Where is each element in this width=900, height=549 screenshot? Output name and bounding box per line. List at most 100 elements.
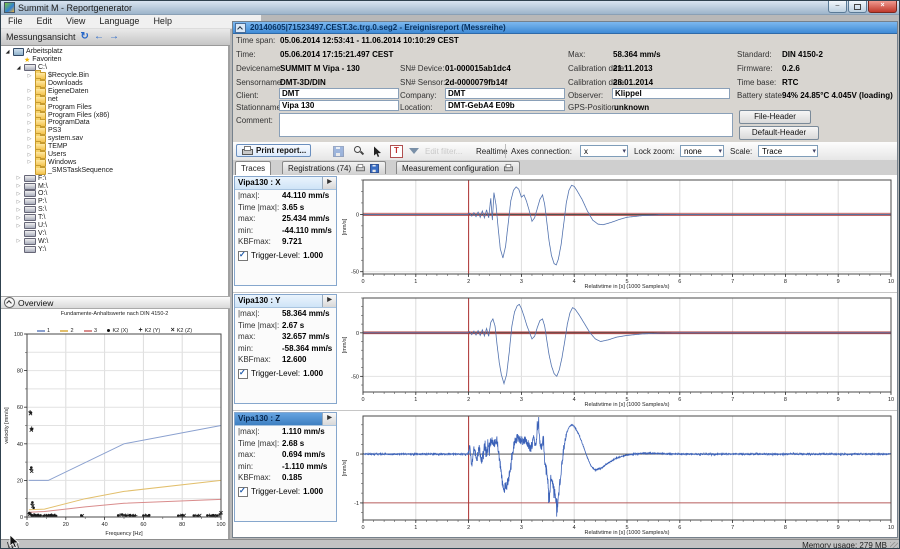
stat-row: max:0.694 mm/s xyxy=(235,449,336,461)
tree-item[interactable]: P:\ xyxy=(1,198,228,206)
report-titlebar[interactable]: 20140605|71523497.CEST.3c.trg.0.seg2 - E… xyxy=(233,22,897,34)
tree-expand-arrow[interactable] xyxy=(15,64,22,72)
refresh-icon[interactable] xyxy=(81,32,89,42)
tree-item[interactable]: V:\ xyxy=(1,229,228,237)
tree-expand-arrow[interactable] xyxy=(15,198,22,206)
trace-header-y[interactable]: Vipa130 : Y ▶ xyxy=(235,295,336,308)
tree-item[interactable]: _SMSTaskSequence xyxy=(1,166,228,174)
zoom-icon[interactable] xyxy=(353,145,364,156)
lock-zoom-select[interactable]: none xyxy=(680,145,724,157)
play-icon[interactable]: ▶ xyxy=(322,177,336,189)
observer-label: Observer: xyxy=(568,91,603,100)
tree-expand-arrow[interactable] xyxy=(26,127,33,135)
comment-field[interactable] xyxy=(279,113,733,137)
chevron-up-icon[interactable] xyxy=(4,297,15,308)
svg-text:100: 100 xyxy=(14,332,23,338)
scale-select[interactable]: Trace xyxy=(758,145,818,157)
trace-chart-x[interactable]: 0123456789100-50Relativtime in [s] (1000… xyxy=(339,176,897,290)
tree-item[interactable]: W:\ xyxy=(1,237,228,245)
tab-traces[interactable]: Traces xyxy=(235,161,271,175)
menu-item[interactable]: View xyxy=(59,15,92,28)
print-report-button[interactable]: Print report... xyxy=(236,144,311,157)
tree-expand-arrow[interactable] xyxy=(26,111,33,119)
tree-item[interactable]: S:\ xyxy=(1,206,228,214)
stat-row: max:32.657 mm/s xyxy=(235,331,336,343)
tree-expand-arrow[interactable] xyxy=(15,214,22,222)
window-titlebar[interactable]: Summit M - Reportgenerator xyxy=(1,1,899,15)
tree-expand-arrow[interactable] xyxy=(15,174,22,182)
tree-item[interactable]: F:\ xyxy=(1,174,228,182)
tree-expand-arrow[interactable] xyxy=(15,222,22,230)
tree-expand-arrow[interactable] xyxy=(26,143,33,151)
chevron-up-icon[interactable] xyxy=(235,23,246,33)
stat-row: Time |max|:2.67 s xyxy=(235,320,336,332)
axes-connection-select[interactable]: x xyxy=(580,145,628,157)
resize-grip[interactable] xyxy=(890,542,898,549)
tree-expand-arrow[interactable] xyxy=(26,151,33,159)
tree-item[interactable]: U:\ xyxy=(1,222,228,230)
tree-item[interactable]: T:\ xyxy=(1,214,228,222)
forward-icon[interactable] xyxy=(109,32,119,42)
tree-item[interactable]: Arbeitsplatz xyxy=(1,48,228,56)
tree-expand-arrow[interactable] xyxy=(15,182,22,190)
tree-item-label: Downloads xyxy=(48,80,83,87)
play-icon[interactable]: ▶ xyxy=(322,413,336,425)
menu-item[interactable]: File xyxy=(1,15,30,28)
trace-header-z[interactable]: Vipa130 : Z ▶ xyxy=(235,413,336,426)
back-icon[interactable] xyxy=(94,32,104,42)
menu-item[interactable]: Edit xyxy=(30,15,60,28)
realtime-button[interactable]: Realtime xyxy=(476,147,508,156)
mouse-cursor xyxy=(9,534,21,549)
save-icon[interactable] xyxy=(333,146,344,157)
tree-expand-arrow[interactable] xyxy=(26,95,33,103)
tree-expand-arrow[interactable] xyxy=(26,72,33,80)
tree-expand-arrow[interactable] xyxy=(4,48,11,56)
tree-expand-arrow[interactable] xyxy=(26,119,33,127)
tree-item[interactable]: M:\ xyxy=(1,182,228,190)
tree-expand-arrow[interactable] xyxy=(15,206,22,214)
observer-field[interactable] xyxy=(612,88,730,99)
client-field[interactable] xyxy=(279,88,399,99)
minimize-icon[interactable]: – xyxy=(828,1,847,13)
menu-item[interactable]: Help xyxy=(146,15,179,28)
tree-item[interactable]: Favoriten xyxy=(1,56,228,64)
filter-icon[interactable] xyxy=(409,148,419,154)
time-value: 05.06.2014 17:15:21.497 CEST xyxy=(280,50,393,59)
firmware-label: Firmware: xyxy=(737,64,773,73)
trace-chart-y[interactable]: 0123456789100-50Relativtime in [s] (1000… xyxy=(339,294,897,408)
stat-row: Time |max|:3.65 s xyxy=(235,202,336,214)
menu-item[interactable]: Language xyxy=(92,15,146,28)
tree-expand-arrow[interactable] xyxy=(26,158,33,166)
tree-item[interactable]: Y:\ xyxy=(1,245,228,253)
location-field[interactable] xyxy=(445,100,565,111)
close-icon[interactable]: × xyxy=(868,1,897,13)
default-header-button[interactable]: Default-Header xyxy=(739,126,819,140)
tree-item[interactable]: O:\ xyxy=(1,190,228,198)
edit-filter-button[interactable]: Edit filter... xyxy=(425,147,462,156)
svg-text:6: 6 xyxy=(678,397,681,403)
trace-header-x[interactable]: Vipa130 : X ▶ xyxy=(235,177,336,190)
stat-row: max:25.434 mm/s xyxy=(235,213,336,225)
overview-header[interactable]: Overview xyxy=(1,296,230,309)
maximize-icon[interactable] xyxy=(848,1,867,13)
trigger-icon[interactable]: T xyxy=(390,145,403,158)
tree-expand-arrow[interactable] xyxy=(15,237,22,245)
trigger-level-checkbox[interactable] xyxy=(238,487,248,497)
stationname-field[interactable] xyxy=(279,100,399,111)
tree-expand-arrow[interactable] xyxy=(26,135,33,143)
tree-item-icon xyxy=(24,214,36,221)
tree-expand-arrow[interactable] xyxy=(15,190,22,198)
overview-chart[interactable]: 020406080100020406080100Frequency [Hz]ve… xyxy=(1,328,230,537)
tree-expand-arrow[interactable] xyxy=(26,87,33,95)
tree-expand-arrow[interactable] xyxy=(26,103,33,111)
trigger-level-checkbox[interactable] xyxy=(238,369,248,379)
tree-item-label: _SMSTaskSequence xyxy=(48,167,113,174)
tab-measurement-configuration[interactable]: Measurement configuration xyxy=(396,161,520,174)
trace-chart-z[interactable]: 0123456789100-1Relativtime in [s] (1000 … xyxy=(339,412,897,536)
stat-row: |max|:44.110 mm/s xyxy=(235,190,336,202)
company-field[interactable] xyxy=(445,88,565,99)
trigger-level-checkbox[interactable] xyxy=(238,251,248,261)
play-icon[interactable]: ▶ xyxy=(322,295,336,307)
tab-registrations[interactable]: Registrations (74) xyxy=(282,161,386,174)
file-header-button[interactable]: File-Header xyxy=(739,110,811,124)
